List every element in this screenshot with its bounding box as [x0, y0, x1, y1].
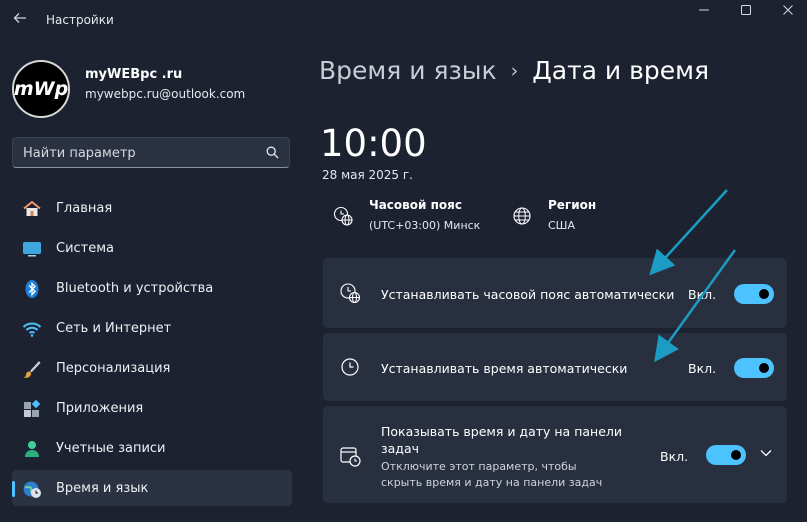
chevron-down-icon[interactable]: [760, 449, 772, 457]
sidebar-item-label: Время и язык: [56, 481, 149, 496]
setting-auto-timezone: Устанавливать часовой пояс автоматически…: [323, 258, 787, 328]
breadcrumb-separator: ›: [510, 60, 519, 82]
active-indicator: [12, 481, 15, 497]
page-title: Дата и время: [532, 56, 709, 85]
sidebar-item-time-language[interactable]: Время и язык: [12, 470, 292, 506]
home-icon: [23, 200, 41, 216]
account-icon: [25, 441, 39, 457]
setting-label: Показывать время и дату на панели задач: [381, 424, 623, 456]
setting-description: Отключите этот параметр, чтобы скрыть вр…: [381, 460, 603, 489]
timezone-value: (UTC+03:00) Минск: [369, 219, 481, 232]
wifi-icon: [22, 322, 42, 337]
region-value: США: [548, 219, 575, 232]
sidebar-item-system[interactable]: Система: [12, 230, 292, 266]
time-language-icon: [23, 481, 41, 498]
clock-icon: [341, 358, 359, 376]
sidebar-item-accounts[interactable]: Учетные записи: [12, 430, 292, 466]
sidebar-item-apps[interactable]: Приложения: [12, 390, 292, 426]
setting-auto-time: Устанавливать время автоматически Вкл.: [323, 333, 787, 401]
timezone-title: Часовой пояс: [369, 198, 462, 212]
sidebar-item-label: Сеть и Интернет: [56, 321, 172, 336]
profile-email: mywebpc.ru@outlook.com: [85, 87, 246, 101]
taskbar-time-toggle[interactable]: [706, 445, 746, 465]
globe-clock-icon: [340, 283, 361, 304]
sidebar-item-bluetooth[interactable]: Bluetooth и устройства: [12, 270, 292, 306]
sidebar-item-label: Система: [56, 241, 115, 256]
current-date: 28 мая 2025 г.: [322, 168, 413, 182]
annotation-arrow: [649, 189, 728, 276]
toggle-knob: [759, 289, 769, 299]
system-icon: [23, 242, 41, 257]
sidebar-item-home[interactable]: Главная: [12, 190, 292, 226]
setting-show-taskbar-time[interactable]: Показывать время и дату на панели задач …: [323, 406, 787, 503]
user-profile[interactable]: mWp myWEBpc .ru mywebpc.ru@outlook.com: [12, 60, 292, 120]
search-icon[interactable]: [266, 146, 279, 159]
breadcrumb-parent[interactable]: Время и язык: [319, 56, 497, 85]
globe-clock-icon: [333, 206, 353, 226]
toggle-knob: [759, 363, 769, 373]
sidebar-item-label: Главная: [56, 201, 113, 216]
globe-icon: [513, 207, 531, 225]
sidebar-item-label: Персонализация: [56, 361, 171, 376]
back-arrow-icon[interactable]: [10, 10, 30, 30]
setting-label: Устанавливать часовой пояс автоматически: [381, 287, 675, 302]
title-bar: Настройки: [0, 0, 807, 42]
search-input[interactable]: Найти параметр: [12, 137, 290, 168]
maximize-icon[interactable]: [724, 4, 768, 22]
auto-timezone-toggle[interactable]: [734, 284, 774, 304]
toggle-state-label: Вкл.: [660, 449, 689, 464]
region-title: Регион: [548, 198, 597, 212]
current-time: 10:00: [320, 122, 427, 165]
calendar-clock-icon: [340, 447, 361, 467]
profile-name: myWEBpc .ru: [85, 67, 183, 82]
toggle-state-label: Вкл.: [688, 287, 717, 302]
breadcrumb: Время и язык › Дата и время: [319, 56, 709, 85]
auto-time-toggle[interactable]: [734, 358, 774, 378]
apps-icon: [24, 399, 41, 417]
app-title: Настройки: [46, 13, 114, 27]
sidebar-item-label: Учетные записи: [56, 441, 166, 456]
setting-label: Устанавливать время автоматически: [381, 361, 628, 376]
sidebar-item-label: Bluetooth и устройства: [56, 281, 214, 296]
close-icon[interactable]: [766, 4, 807, 22]
sidebar-item-label: Приложения: [56, 401, 144, 416]
brush-icon: [23, 361, 41, 378]
sidebar-item-network[interactable]: Сеть и Интернет: [12, 310, 292, 346]
bluetooth-icon: [25, 280, 39, 298]
search-placeholder: Найти параметр: [23, 146, 136, 161]
sidebar-nav: Главная Система Bluetooth и устройства С…: [12, 190, 292, 510]
toggle-state-label: Вкл.: [688, 361, 717, 376]
toggle-knob: [731, 450, 741, 460]
avatar: mWp: [12, 60, 70, 118]
minimize-icon[interactable]: [682, 4, 726, 22]
sidebar-item-personalization[interactable]: Персонализация: [12, 350, 292, 386]
